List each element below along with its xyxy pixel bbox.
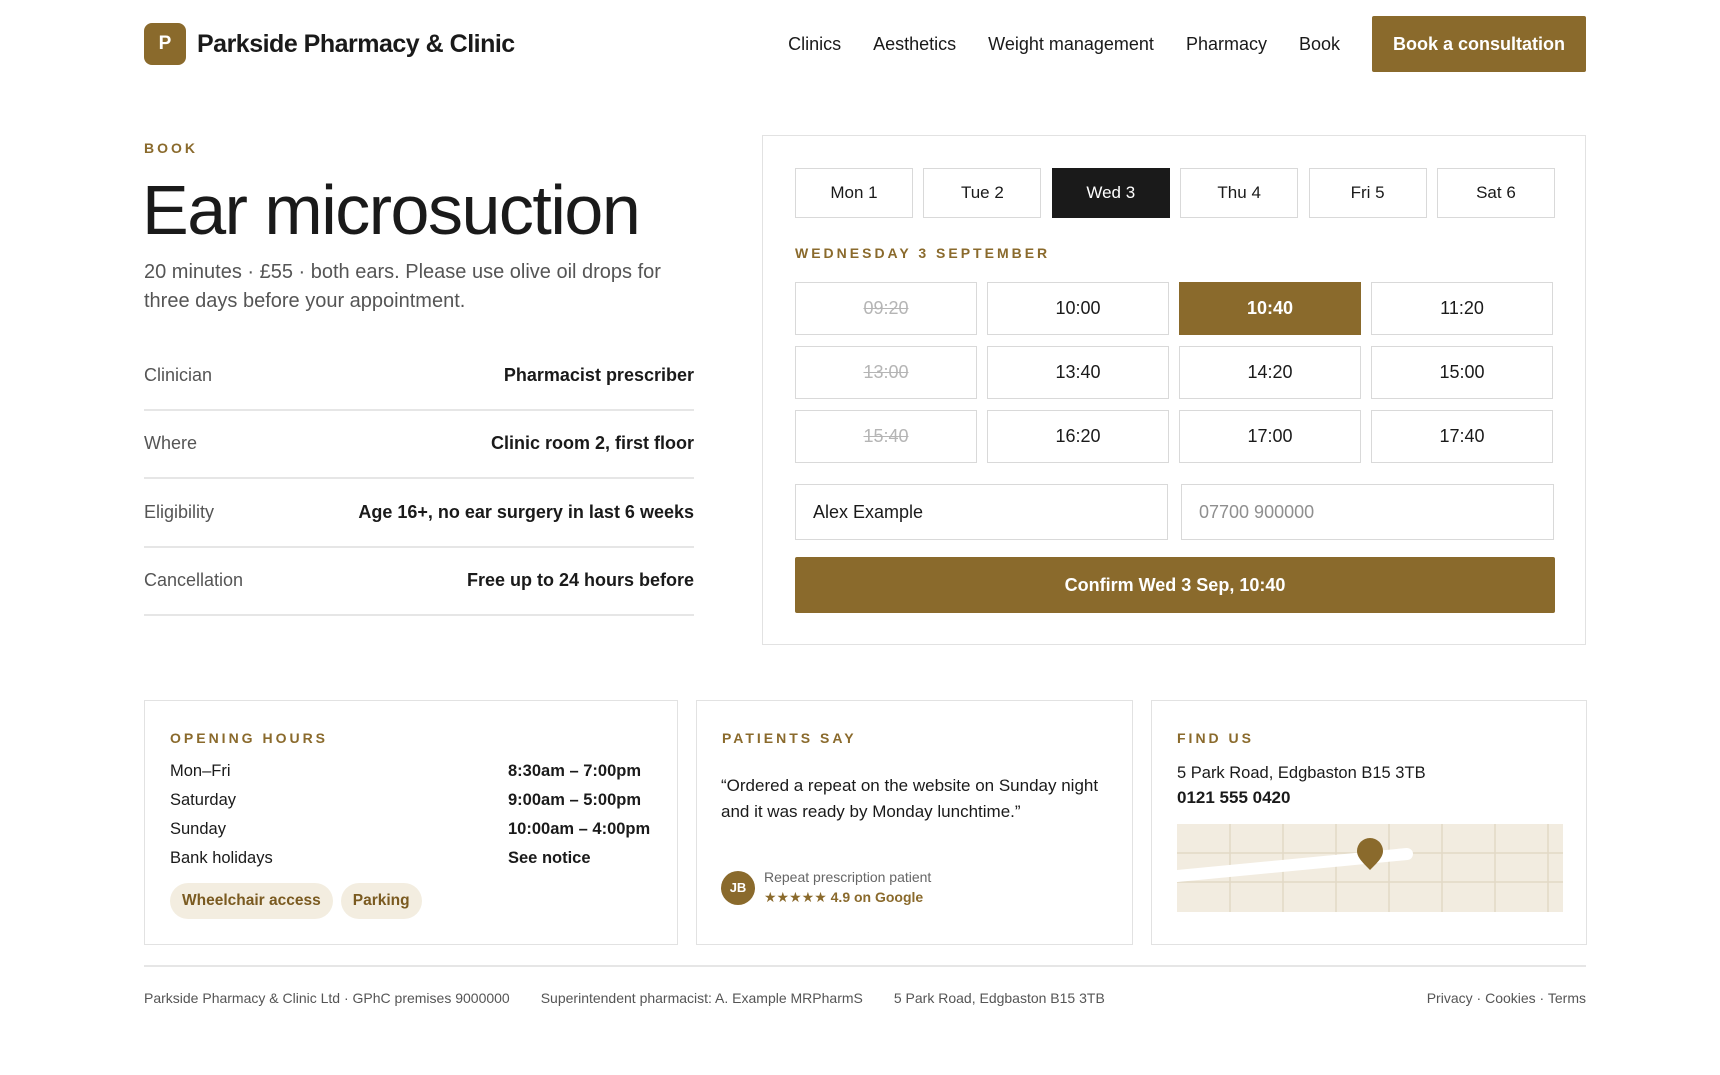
- nav-link-book[interactable]: Book: [1299, 34, 1340, 55]
- page-title: Ear microsuction: [142, 171, 641, 249]
- site-footer: Parkside Pharmacy & Clinic Ltd · GPhC pr…: [144, 990, 1586, 1006]
- map[interactable]: [1177, 824, 1563, 912]
- avatar: JB: [721, 870, 755, 905]
- time-slot: 13:00: [795, 346, 977, 399]
- footer-address: 5 Park Road, Edgbaston B15 3TB: [893, 990, 1105, 1006]
- nav-link-pharmacy[interactable]: Pharmacy: [1186, 34, 1267, 55]
- phone-number[interactable]: 0121 555 0420: [1177, 788, 1290, 808]
- rating: ★★★★★ 4.9 on Google: [764, 889, 924, 905]
- time-slot: 09:20: [795, 282, 977, 335]
- time-slot[interactable]: 14:20: [1179, 346, 1361, 399]
- hours-row: Sunday 10:00am – 4:00pm: [170, 815, 656, 844]
- address: 5 Park Road, Edgbaston B15 3TB: [1177, 764, 1426, 782]
- time-slot-grid: 09:20 10:00 10:40 11:20 13:00 13:40 14:2…: [795, 282, 1555, 463]
- day-tab[interactable]: Fri 5: [1308, 168, 1427, 218]
- fact-row-where: Where Clinic room 2, first floor: [144, 411, 694, 479]
- fact-value: Age 16+, no ear surgery in last 6 weeks: [358, 501, 694, 522]
- fact-label: Cancellation: [144, 570, 244, 591]
- fact-label: Where: [144, 433, 198, 454]
- time-slot[interactable]: 10:40: [1179, 282, 1361, 335]
- nav-link-clinics[interactable]: Clinics: [788, 34, 841, 55]
- footer-link-terms[interactable]: Terms: [1548, 990, 1586, 1006]
- service-description: 20 minutes · £55 · both ears. Please use…: [144, 261, 661, 312]
- find-us-card: FIND US 5 Park Road, Edgbaston B15 3TB 0…: [1151, 700, 1587, 945]
- testimonial-card: PATIENTS SAY “Ordered a repeat on the we…: [696, 700, 1133, 945]
- testimonial-heading: PATIENTS SAY: [722, 730, 857, 746]
- phone-input[interactable]: [1181, 484, 1554, 540]
- time-slot[interactable]: 13:40: [987, 346, 1169, 399]
- day-tab[interactable]: Mon 1: [795, 168, 913, 218]
- name-input[interactable]: [795, 484, 1168, 540]
- booking-card: Mon 1 Tue 2 Wed 3 Thu 4 Fri 5 Sat 6 WEDN…: [762, 135, 1586, 645]
- opening-hours-card: OPENING HOURS Mon–Fri 8:30am – 7:00pm Sa…: [144, 700, 678, 945]
- main-nav: Clinics Aesthetics Weight management Pha…: [788, 16, 1586, 72]
- fact-value: Pharmacist prescriber: [503, 364, 694, 385]
- footer-links: Privacy · Cookies · Terms: [1426, 990, 1586, 1006]
- hours-time: 9:00am – 5:00pm: [508, 791, 641, 809]
- hours-row: Mon–Fri 8:30am – 7:00pm: [170, 757, 656, 786]
- logo-icon[interactable]: P: [144, 23, 186, 65]
- nav-link-weight-management[interactable]: Weight management: [988, 34, 1154, 55]
- footer-superintendent: Superintendent pharmacist: A. Example MR…: [540, 990, 863, 1006]
- fact-row-clinician: Clinician Pharmacist prescriber: [144, 342, 694, 411]
- hours-day: Saturday: [170, 791, 237, 809]
- facility-tags: Wheelchair access Parking: [170, 883, 430, 919]
- site-header: P Parkside Pharmacy & Clinic Clinics Aes…: [144, 16, 1586, 72]
- fact-value: Free up to 24 hours before: [466, 570, 694, 591]
- day-tab[interactable]: Wed 3: [1051, 168, 1170, 218]
- fact-row-eligibility: Eligibility Age 16+, no ear surgery in l…: [144, 479, 694, 548]
- section-eyebrow: BOOK: [144, 140, 198, 156]
- time-slot[interactable]: 10:00: [987, 282, 1169, 335]
- testimonial-quote: “Ordered a repeat on the website on Sund…: [721, 776, 1099, 821]
- time-slot[interactable]: 17:00: [1179, 410, 1361, 463]
- day-tab[interactable]: Thu 4: [1180, 168, 1299, 218]
- hours-row: Bank holidays See notice: [170, 844, 656, 873]
- hours-row: Saturday 9:00am – 5:00pm: [170, 786, 656, 815]
- fact-label: Eligibility: [144, 501, 215, 522]
- service-facts: Clinician Pharmacist prescriber Where Cl…: [144, 342, 694, 616]
- map-pin-icon: [1357, 838, 1383, 870]
- hours-time: 10:00am – 4:00pm: [508, 820, 651, 838]
- time-slot[interactable]: 17:40: [1371, 410, 1553, 463]
- fact-value: Clinic room 2, first floor: [490, 433, 694, 454]
- reviewer-details: Repeat prescription patient ★★★★★ 4.9 on…: [764, 869, 931, 906]
- hours-day: Bank holidays: [170, 849, 273, 867]
- brand-name[interactable]: Parkside Pharmacy & Clinic: [197, 30, 515, 59]
- time-slot[interactable]: 15:00: [1371, 346, 1553, 399]
- footer-link-cookies[interactable]: Cookies: [1485, 990, 1536, 1006]
- footer-divider: [144, 965, 1586, 967]
- footer-company: Parkside Pharmacy & Clinic Ltd · GPhC pr…: [144, 990, 510, 1006]
- contact-fields: [795, 484, 1554, 540]
- reviewer: JB Repeat prescription patient ★★★★★ 4.9…: [721, 869, 931, 906]
- hours-day: Mon–Fri: [170, 762, 231, 780]
- footer-link-privacy[interactable]: Privacy: [1427, 990, 1473, 1006]
- hours-time: 8:30am – 7:00pm: [508, 762, 641, 780]
- find-us-heading: FIND US: [1177, 730, 1254, 746]
- book-consultation-button[interactable]: Book a consultation: [1372, 16, 1586, 72]
- day-picker: Mon 1 Tue 2 Wed 3 Thu 4 Fri 5 Sat 6: [795, 168, 1555, 218]
- nav-link-aesthetics[interactable]: Aesthetics: [873, 34, 956, 55]
- hours-list: Mon–Fri 8:30am – 7:00pm Saturday 9:00am …: [170, 757, 656, 873]
- opening-hours-heading: OPENING HOURS: [170, 730, 329, 746]
- time-slot[interactable]: 16:20: [987, 410, 1169, 463]
- map-graphic: [1177, 824, 1563, 912]
- day-tab[interactable]: Sat 6: [1436, 168, 1555, 218]
- fact-row-cancellation: Cancellation Free up to 24 hours before: [144, 548, 694, 616]
- hours-day: Sunday: [170, 820, 226, 838]
- confirm-booking-button[interactable]: Confirm Wed 3 Sep, 10:40: [795, 557, 1555, 613]
- selected-date-heading: WEDNESDAY 3 SEPTEMBER: [795, 245, 1051, 261]
- time-slot[interactable]: 11:20: [1371, 282, 1553, 335]
- tag-wheelchair-access: Wheelchair access: [170, 883, 333, 919]
- hours-time: See notice: [508, 849, 591, 867]
- day-tab[interactable]: Tue 2: [923, 168, 1042, 218]
- reviewer-role: Repeat prescription patient: [764, 869, 932, 885]
- fact-label: Clinician: [144, 364, 213, 385]
- tag-parking: Parking: [340, 883, 422, 919]
- time-slot: 15:40: [795, 410, 977, 463]
